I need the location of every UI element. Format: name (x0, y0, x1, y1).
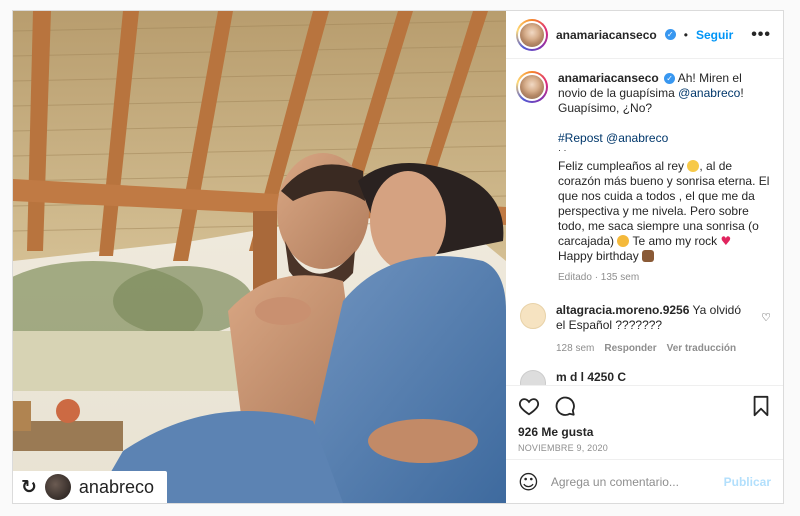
post-photo[interactable]: ↻ anabreco (13, 11, 506, 503)
repost-icon: ↻ (21, 476, 37, 498)
caption-verified-icon: ✓ (664, 73, 676, 85)
caption-meta: Editado · 135 sem (558, 272, 640, 283)
reply-button[interactable]: Responder (604, 341, 656, 356)
more-options-icon[interactable]: ••• (751, 26, 771, 44)
action-bar (506, 385, 783, 425)
commenter-username[interactable]: altagracia.moreno.9256 (556, 303, 689, 317)
commenter-username-partial[interactable]: m d l 4250 C (556, 370, 626, 385)
post-dialog: ↻ anabreco anamariacanseco ✓ • Seguir ••… (12, 10, 784, 504)
repost-badge: ↻ anabreco (13, 471, 167, 503)
author-avatar[interactable] (516, 18, 548, 51)
caption-body-4: Happy birthday (558, 249, 643, 263)
author-username[interactable]: anamariacanseco (556, 28, 657, 42)
repost-avatar (44, 474, 71, 500)
caption-body-1: Feliz cumpleaños al rey (558, 159, 688, 173)
save-bookmark-icon[interactable] (751, 395, 771, 417)
comment-body: altagracia.moreno.9256 Ya olvidó el Espa… (556, 303, 751, 356)
comment-input[interactable]: Agrega un comentario... (551, 475, 679, 489)
caption-dots: · · (558, 145, 567, 155)
caption: anamariacanseco ✓ Ah! Miren el novio de … (516, 71, 771, 285)
photo-illustration (13, 11, 506, 503)
comment-item: altagracia.moreno.9256 Ya olvidó el Espa… (516, 303, 771, 356)
post-header: anamariacanseco ✓ • Seguir ••• (506, 11, 783, 59)
comment-icon[interactable] (554, 395, 576, 417)
separator-dot: • (683, 27, 688, 42)
caption-avatar[interactable] (516, 71, 548, 103)
translate-button[interactable]: Ver traducción (667, 341, 736, 356)
commenter-avatar[interactable] (520, 303, 546, 329)
publish-button[interactable]: Publicar (724, 475, 771, 489)
crown-face-emoji-icon (687, 160, 700, 172)
comment-time: 128 sem (556, 343, 595, 354)
add-comment-bar: ☺ Agrega un comentario... Publicar (506, 459, 783, 503)
comment-like-icon[interactable]: ♡ (761, 311, 771, 356)
mention-link[interactable]: @anabreco (678, 86, 740, 100)
post-side-panel: anamariacanseco ✓ • Seguir ••• anamariac… (506, 11, 783, 503)
likes-count[interactable]: 926 Me gusta (506, 425, 783, 441)
commenter-avatar-partial[interactable] (520, 370, 546, 385)
caption-body-3: Te amo my rock (629, 234, 721, 248)
repost-hashtag[interactable]: #Repost @anabreco (558, 131, 771, 146)
verified-badge-icon: ✓ (664, 29, 676, 40)
post-date: NOVIEMBRE 9, 2020 (518, 443, 608, 453)
caption-text: anamariacanseco ✓ Ah! Miren el novio de … (558, 71, 771, 285)
laughing-face-emoji-icon (617, 235, 630, 247)
caption-username[interactable]: anamariacanseco (558, 71, 659, 85)
comment-meta: 128 sem Responder Ver traducción (556, 341, 751, 356)
follow-button[interactable]: Seguir (696, 28, 733, 42)
comment-item-partial: m d l 4250 C (516, 370, 771, 385)
emoji-picker-icon[interactable]: ☺ (518, 470, 539, 494)
comments-area[interactable]: anamariacanseco ✓ Ah! Miren el novio de … (506, 59, 783, 385)
like-heart-icon[interactable] (518, 395, 540, 417)
red-heart-emoji-icon: ♥ (720, 234, 732, 248)
repost-username: anabreco (78, 476, 154, 497)
cake-emoji-icon (642, 250, 655, 262)
